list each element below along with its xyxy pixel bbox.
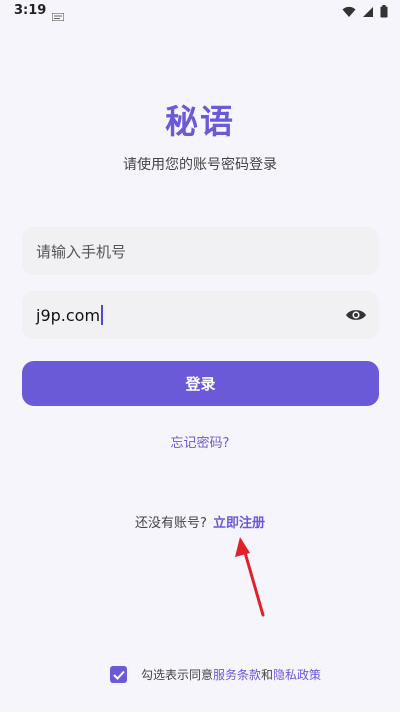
login-button[interactable]: 登录 <box>22 361 379 406</box>
phone-input[interactable]: 请输入手机号 <box>22 227 379 275</box>
status-bar: 3:19 <box>0 0 400 22</box>
password-value: j9p.com <box>36 305 101 325</box>
signal-icon <box>362 3 374 22</box>
phone-placeholder: 请输入手机号 <box>36 242 127 261</box>
eye-icon[interactable] <box>345 305 367 325</box>
register-link[interactable]: 立即注册 <box>213 516 265 531</box>
agreement-text: 勾选表示同意服务条款和隐私政策 <box>141 666 321 683</box>
agreement-row: 勾选表示同意服务条款和隐私政策 <box>110 666 321 683</box>
agreement-checkbox[interactable] <box>110 666 127 683</box>
wifi-icon <box>342 3 356 22</box>
text-cursor <box>101 305 104 325</box>
agreement-and: 和 <box>261 668 274 682</box>
battery-icon <box>380 3 388 22</box>
login-subtitle: 请使用您的账号密码登录 <box>123 157 277 173</box>
app-title: 秘语 <box>165 102 235 141</box>
notification-icon <box>51 6 65 25</box>
register-prompt: 还没有账号? <box>135 516 207 531</box>
status-icons <box>342 3 388 22</box>
check-icon <box>112 670 125 680</box>
terms-link[interactable]: 服务条款 <box>213 668 261 682</box>
register-row: 还没有账号? 立即注册 <box>0 512 400 531</box>
password-input[interactable]: j9p.com <box>22 291 379 339</box>
privacy-link[interactable]: 隐私政策 <box>273 668 321 682</box>
status-time: 3:19 <box>14 3 47 18</box>
annotation-arrow <box>235 537 265 617</box>
forgot-password-link[interactable]: 忘记密码? <box>0 432 400 451</box>
agreement-prefix: 勾选表示同意 <box>141 668 214 682</box>
